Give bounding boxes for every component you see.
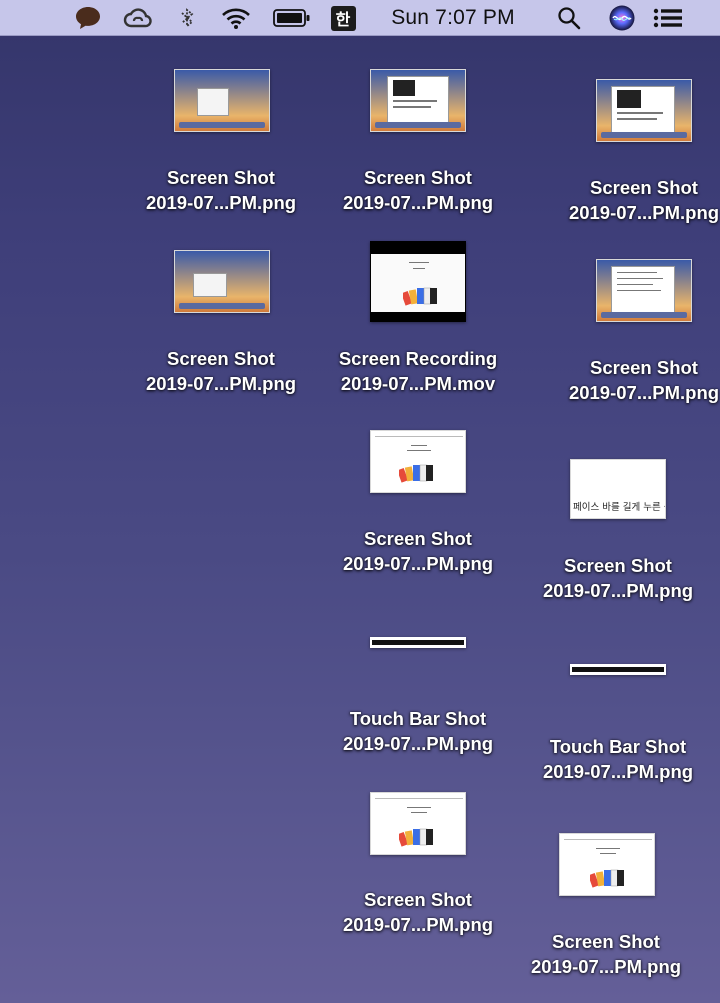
file-name: Touch Bar Shot 2019-07...PM.png <box>342 708 494 754</box>
file-name: Screen Shot 2019-07...PM.png <box>530 931 682 977</box>
spotlight-search-icon[interactable] <box>554 0 584 36</box>
file-thumbnail <box>596 79 692 142</box>
file-thumbnail <box>370 241 466 322</box>
file-thumbnail <box>559 833 655 896</box>
file-thumbnail <box>370 69 466 132</box>
file-name: Screen Shot 2019-07...PM.png <box>568 357 720 403</box>
file-thumbnail <box>174 250 270 313</box>
file-thumbnail <box>370 430 466 493</box>
file-name: Screen Shot 2019-07...PM.png <box>145 167 297 213</box>
file-thumbnail <box>596 259 692 322</box>
input-source-label: 한 <box>330 5 356 31</box>
bluetooth-icon[interactable] <box>176 0 198 36</box>
file-name: Screen Shot 2019-07...PM.png <box>542 555 694 601</box>
file-thumbnail: 페이스 바를 길게 누른 상태 <box>570 459 666 519</box>
file-name: Screen Recording 2019-07...PM.mov <box>338 348 498 394</box>
file-name: Screen Shot 2019-07...PM.png <box>342 528 494 574</box>
file-name: Screen Shot 2019-07...PM.png <box>568 177 720 223</box>
siri-icon[interactable] <box>606 0 638 36</box>
battery-icon[interactable] <box>272 0 312 36</box>
wifi-icon[interactable] <box>218 0 254 36</box>
creative-cloud-icon[interactable] <box>120 0 156 36</box>
file-name: Screen Shot 2019-07...PM.png <box>342 167 494 213</box>
file-thumbnail <box>370 637 466 648</box>
notification-center-icon[interactable] <box>650 0 686 36</box>
chat-bubble-icon[interactable] <box>72 0 104 36</box>
file-thumbnail <box>570 664 666 675</box>
menu-bar: 한 Sun 7:07 PM <box>0 0 720 36</box>
file-name: Screen Shot 2019-07...PM.png <box>342 889 494 935</box>
file-name: Screen Shot 2019-07...PM.png <box>145 348 297 394</box>
file-thumbnail <box>370 792 466 855</box>
file-thumbnail <box>174 69 270 132</box>
menu-bar-clock[interactable]: Sun 7:07 PM <box>376 0 530 36</box>
thumbnail-text: 페이스 바를 길게 누른 상태 <box>573 502 665 513</box>
input-source-icon[interactable]: 한 <box>328 0 358 36</box>
file-name: Touch Bar Shot 2019-07...PM.png <box>542 736 694 782</box>
